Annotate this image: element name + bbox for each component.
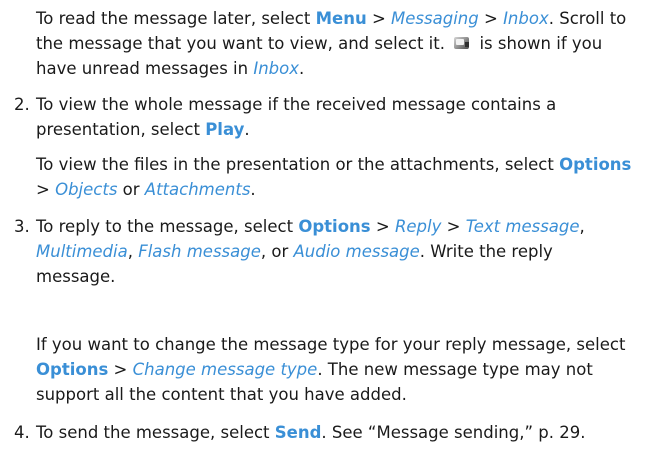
step-number-4: 4. <box>14 423 30 442</box>
flash-message-option: Flash message <box>138 242 261 261</box>
options-keyword: Options <box>36 360 109 379</box>
separator: , <box>579 217 585 236</box>
text: To send the message, select <box>36 423 275 442</box>
attachments-option: Attachments <box>144 180 251 199</box>
inbox-option: Inbox <box>503 9 549 28</box>
reply-option: Reply <box>394 217 442 236</box>
step-number-2: 2. <box>14 95 30 114</box>
text: . <box>299 59 305 78</box>
separator: > <box>441 217 466 236</box>
multimedia-option: Multimedia <box>36 242 128 261</box>
text: To read the message later, select <box>36 9 316 28</box>
step-number-3: 3. <box>14 217 30 236</box>
separator: > <box>370 217 395 236</box>
play-keyword: Play <box>205 120 245 139</box>
send-keyword: Send <box>274 423 322 442</box>
paragraph-read-later: To read the message later, select Menu >… <box>36 6 636 81</box>
options-keyword: Options <box>559 155 632 174</box>
text: or <box>117 180 145 199</box>
options-keyword: Options <box>298 217 371 236</box>
text: . See “Message sending,” p. 29. <box>321 423 586 442</box>
messaging-option: Messaging <box>391 9 479 28</box>
separator: , <box>127 242 139 261</box>
text: . <box>250 180 256 199</box>
audio-message-option: Audio message <box>293 242 420 261</box>
manual-page: To read the message later, select Menu >… <box>0 0 660 452</box>
separator: > <box>478 9 504 28</box>
inbox-option: Inbox <box>253 59 299 78</box>
objects-option: Objects <box>55 180 118 199</box>
separator: > <box>366 9 392 28</box>
text: To reply to the message, select <box>36 217 299 236</box>
paragraph-view-files: To view the files in the presentation or… <box>36 152 636 202</box>
step-2-text: To view the whole message if the receive… <box>36 92 636 142</box>
text: If you want to change the message type f… <box>36 335 626 354</box>
menu-keyword: Menu <box>315 9 367 28</box>
text: To view the files in the presentation or… <box>36 155 560 174</box>
separator: , or <box>260 242 294 261</box>
text: To view the whole message if the receive… <box>36 95 557 139</box>
text-message-option: Text message <box>465 217 580 236</box>
step-4-text: To send the message, select Send. See “M… <box>36 420 636 445</box>
separator: > <box>36 180 56 199</box>
separator: > <box>108 360 133 379</box>
step-3-text: To reply to the message, select Options … <box>36 214 636 289</box>
change-message-type-option: Change message type <box>132 360 318 379</box>
envelope-icon <box>453 36 471 50</box>
text: . <box>244 120 250 139</box>
paragraph-change-type: If you want to change the message type f… <box>36 332 636 407</box>
